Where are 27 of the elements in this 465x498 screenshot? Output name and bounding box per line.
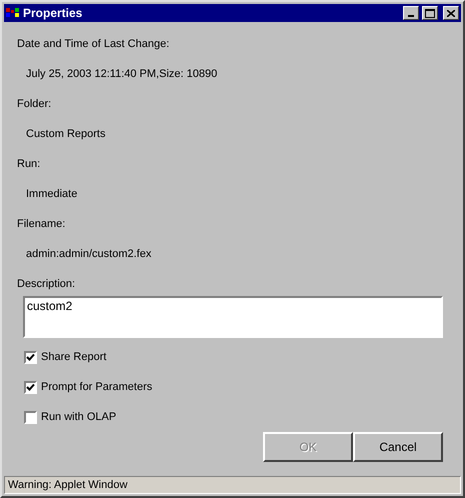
description-field[interactable]: custom2 [23, 296, 443, 338]
minimize-button[interactable] [403, 6, 419, 20]
field-value: Custom Reports [25, 127, 106, 142]
field-label: Date and Time of Last Change: [17, 37, 170, 52]
field-label: Folder: [17, 97, 52, 112]
checkbox-label: Run with OLAP [41, 411, 116, 423]
check-icon [26, 382, 35, 392]
window-title: Properties [23, 6, 84, 20]
field-label: Filename: [17, 217, 66, 232]
app-icon [6, 7, 20, 19]
check-icon [26, 352, 35, 362]
field-value: admin:admin/custom2.fex [25, 247, 152, 262]
cancel-button[interactable]: Cancel [353, 432, 443, 462]
field-value: Immediate [25, 187, 78, 202]
close-icon [447, 10, 455, 16]
status-bar: Warning: Applet Window [4, 476, 461, 494]
field-label: Run: [17, 157, 42, 172]
checkbox-label: Share Report [41, 351, 106, 363]
close-button[interactable] [443, 6, 459, 20]
field-value: July 25, 2003 12:11:40 PM,Size: 10890 [25, 67, 218, 82]
maximize-icon [425, 8, 435, 18]
checkbox-label: Prompt for Parameters [41, 381, 152, 393]
checkbox[interactable] [24, 350, 37, 364]
checkbox[interactable] [24, 410, 37, 424]
checkbox[interactable] [24, 380, 37, 394]
maximize-button[interactable] [422, 6, 438, 20]
field-label: Description: [17, 277, 76, 292]
